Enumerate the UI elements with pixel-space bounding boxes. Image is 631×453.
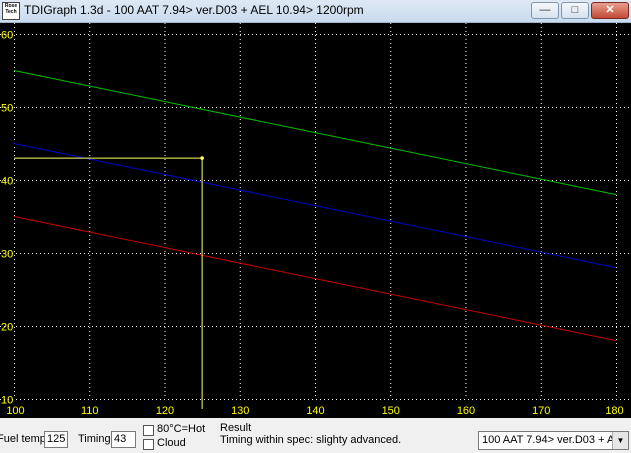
profile-select-value: 100 AAT 7.94> ver.D03 + AEL	[482, 434, 628, 446]
window-title: TDIGraph 1.3d - 100 AAT 7.94> ver.D03 + …	[24, 3, 364, 17]
result-label: Result	[220, 422, 252, 434]
chevron-down-icon[interactable]: ▼	[612, 432, 628, 449]
timing-label: Timing	[78, 433, 111, 445]
maximize-icon: □	[571, 4, 579, 16]
result-text: Timing within spec: slighty advanced.	[220, 434, 402, 446]
cloud-checkbox[interactable]	[143, 439, 154, 450]
x-tick-label: 140	[306, 405, 324, 417]
x-tick-label: 120	[156, 405, 174, 417]
close-button[interactable]: ✕	[591, 2, 629, 19]
cloud-label: Cloud	[157, 437, 186, 449]
crosshair-point	[200, 156, 204, 160]
profile-select[interactable]: 100 AAT 7.94> ver.D03 + AEL ▼	[478, 431, 629, 450]
maximize-button[interactable]: □	[561, 2, 589, 19]
x-tick-label: 160	[457, 405, 475, 417]
y-tick-label: 10	[1, 395, 13, 407]
minimize-button[interactable]: —	[531, 2, 559, 19]
hot-checkbox[interactable]	[143, 425, 154, 436]
timing-input[interactable]: 43	[111, 431, 136, 448]
fuel-temp-label: Fuel temp	[0, 433, 46, 445]
close-icon: ✕	[605, 4, 615, 16]
x-tick-label: 170	[532, 405, 550, 417]
y-tick-label: 20	[1, 322, 13, 334]
x-tick-label: 150	[382, 405, 400, 417]
fuel-temp-input[interactable]: 125	[44, 431, 68, 448]
hot-label: 80°C=Hot	[157, 423, 206, 435]
timing-graph[interactable]: 100 110 120 130 140 150 160 170 180 10 20 30 40 50 60	[0, 23, 631, 418]
x-tick-label: 130	[231, 405, 249, 417]
x-tick-label: 180	[605, 405, 623, 417]
app-logo-icon: Rose Tech	[2, 2, 20, 20]
x-tick-label: 100	[6, 405, 24, 417]
x-tick-label: 110	[81, 405, 99, 417]
y-tick-label: 30	[1, 249, 13, 261]
plot-background	[0, 23, 631, 418]
y-tick-label: 40	[1, 176, 13, 188]
y-tick-label: 60	[1, 30, 13, 42]
minimize-icon: —	[539, 4, 551, 16]
y-tick-label: 50	[1, 103, 13, 115]
title-bar: Rose Tech TDIGraph 1.3d - 100 AAT 7.94> …	[0, 0, 631, 23]
